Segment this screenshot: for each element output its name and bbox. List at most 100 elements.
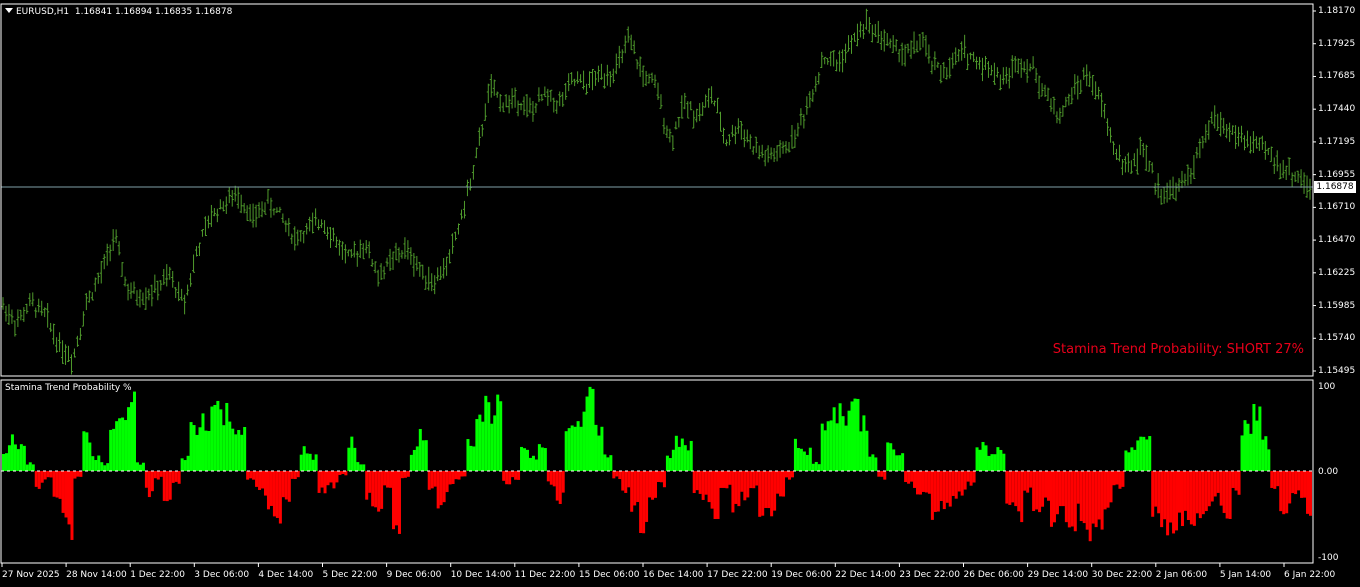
- price-bar: [1207, 120, 1211, 140]
- price-bar: [906, 43, 910, 54]
- indicator-bar: [901, 453, 905, 471]
- indicator-bar: [719, 471, 723, 488]
- indicator-bar: [829, 420, 833, 471]
- indicator-bar: [478, 414, 482, 471]
- indicator-bar: [433, 471, 437, 487]
- price-bar: [683, 92, 687, 110]
- indicator-bar: [302, 446, 306, 471]
- price-bar: [1254, 136, 1258, 149]
- indicator-bar: [1243, 420, 1247, 471]
- price-bar: [778, 140, 782, 158]
- price-bar: [507, 95, 511, 114]
- indicator-bar: [606, 457, 610, 471]
- indicator-bar: [463, 471, 467, 477]
- indicator-bar: [546, 471, 550, 482]
- price-bar: [1070, 87, 1074, 105]
- price-bar: [352, 241, 356, 258]
- price-bar: [632, 40, 636, 55]
- price-bar: [501, 102, 505, 113]
- indicator-bar: [802, 451, 806, 471]
- indicator-bar: [564, 431, 568, 471]
- price-bar: [832, 50, 836, 67]
- chart-canvas[interactable]: [0, 0, 1360, 587]
- indicator-bar: [1005, 471, 1009, 504]
- price-bar: [829, 51, 833, 67]
- price-bar: [721, 127, 725, 144]
- price-bar: [46, 302, 50, 328]
- price-bar: [1248, 136, 1252, 154]
- indicator-bar: [570, 425, 574, 471]
- indicator-bar: [832, 407, 836, 471]
- price-bar: [873, 23, 877, 38]
- price-bar: [1144, 144, 1148, 171]
- price-bar: [367, 241, 371, 259]
- price-bar: [457, 223, 461, 235]
- indicator-bar: [1148, 436, 1152, 471]
- indicator-bar: [1011, 471, 1015, 503]
- trend-probability-signal: Stamina Trend Probability: SHORT 27%: [1052, 342, 1304, 357]
- indicator-bar: [153, 471, 157, 479]
- price-bar: [558, 91, 562, 107]
- price-bar: [72, 348, 76, 358]
- indicator-bar: [725, 471, 729, 489]
- price-bar: [489, 74, 493, 98]
- price-bar: [358, 239, 362, 259]
- price-bar: [78, 327, 82, 341]
- indicator-bar: [22, 445, 26, 471]
- price-bar: [427, 266, 431, 291]
- price-bar: [373, 261, 377, 274]
- indicator-bar: [987, 455, 991, 471]
- price-bar: [248, 204, 252, 222]
- indicator-bar: [1094, 471, 1098, 528]
- indicator-bar: [534, 459, 538, 471]
- price-axis-label: 1.16470: [1318, 235, 1356, 246]
- indicator-bar: [918, 471, 922, 495]
- indicator-bar: [525, 449, 529, 471]
- indicator-bar: [189, 422, 193, 471]
- indicator-bar: [1246, 423, 1250, 471]
- time-axis-label: 9 Dec 06:00: [386, 570, 442, 580]
- price-bar: [183, 294, 187, 315]
- price-bar: [1156, 173, 1160, 199]
- price-bar: [1064, 96, 1068, 108]
- price-bar: [653, 74, 657, 88]
- price-bar: [972, 51, 976, 63]
- price-bar: [165, 264, 169, 287]
- indicator-bar: [1139, 436, 1143, 471]
- price-bar: [465, 179, 469, 197]
- indicator-bar: [877, 471, 881, 477]
- price-bar: [760, 144, 764, 158]
- price-bar: [1114, 148, 1118, 160]
- indicator-bar: [249, 471, 253, 479]
- indicator-bar: [1088, 471, 1092, 542]
- price-bar: [1210, 111, 1214, 124]
- indicator-bar: [127, 407, 131, 471]
- price-bar: [1159, 188, 1163, 205]
- indicator-bar: [689, 440, 693, 471]
- price-bar: [867, 17, 871, 34]
- price-bar: [516, 100, 520, 117]
- price-bar: [588, 71, 592, 88]
- indicator-bar: [1267, 449, 1271, 471]
- indicator-bar: [1154, 471, 1158, 507]
- price-bar: [671, 135, 675, 151]
- indicator-bar: [770, 471, 774, 517]
- indicator-bar: [350, 436, 354, 471]
- indicator-bar: [61, 471, 65, 513]
- indicator-bar: [475, 419, 479, 471]
- price-bar: [540, 93, 544, 102]
- indicator-bar: [624, 471, 628, 493]
- indicator-bar: [58, 471, 62, 499]
- price-bar: [742, 129, 746, 148]
- indicator-bar: [722, 471, 726, 488]
- indicator-bar: [1222, 471, 1226, 513]
- collapse-triangle-icon[interactable]: [5, 8, 13, 13]
- indicator-bar: [707, 471, 711, 503]
- indicator-bar: [1183, 471, 1187, 511]
- indicator-bar: [386, 471, 390, 488]
- price-bar: [644, 70, 648, 87]
- indicator-bar: [945, 471, 949, 503]
- indicator-bar: [272, 471, 276, 517]
- indicator-bar: [871, 454, 875, 471]
- price-bar: [364, 240, 368, 254]
